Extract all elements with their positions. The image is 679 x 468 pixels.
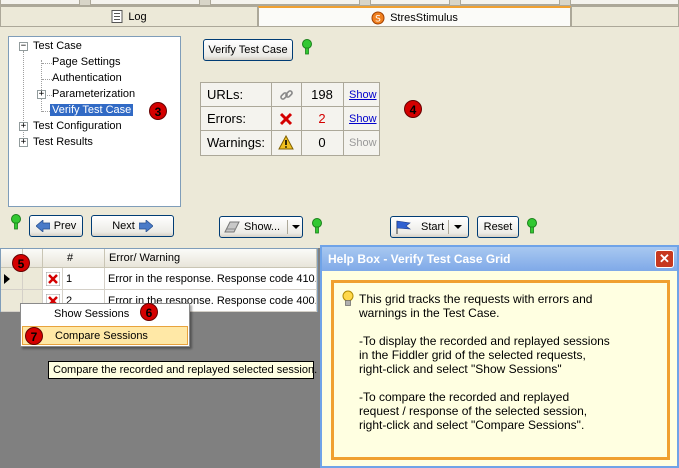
prev-button-label: Prev [53,220,77,232]
start-button-label: Start [421,221,445,233]
expand-toggle[interactable]: + [19,138,28,147]
help-text-line: -To display the recorded and replayed se… [359,334,610,348]
grid-cell-message[interactable]: Error in the response. Response code 410… [105,268,317,290]
tab-empty-area [571,6,679,26]
help-box-window: Help Box - Verify Test Case Grid ✕ This … [320,245,679,468]
stresstimulus-logo-icon: S [371,11,385,24]
errors-label: Errors: [207,111,246,126]
chain-link-icon [280,90,293,100]
tree-node-test-results[interactable]: Test Results [33,135,93,150]
help-box-content: This grid tracks the requests with error… [331,280,670,460]
expand-toggle[interactable]: + [37,90,46,99]
reset-button[interactable]: Reset [477,216,519,238]
stats-row-errors: Errors: 2 Show [201,107,379,131]
tab-stub[interactable] [210,0,360,5]
errors-count: 2 [318,111,326,126]
verification-stats-table: URLs: 198 Show Errors: 2 Show Warnings: … [200,82,380,156]
errors-show-link[interactable]: Show [349,107,377,131]
menu-item-show-sessions[interactable]: Show Sessions [22,305,188,324]
show-sessions-icon [224,221,240,233]
tree-node-authentication[interactable]: Authentication [52,71,122,86]
next-button[interactable]: Next [91,215,174,237]
urls-label: URLs: [207,87,244,102]
log-document-icon [111,10,123,23]
tab-stub[interactable] [370,0,450,5]
tab-stresstimulus[interactable]: S StresStimulus [258,6,571,27]
callout-badge-7: 7 [25,327,43,345]
callout-badge-5: 5 [12,254,30,272]
help-text-line: right-click and select "Compare Sessions… [359,418,585,432]
help-text-line: in the Fiddler grid of the selected requ… [359,348,586,362]
close-icon[interactable]: ✕ [655,250,674,268]
dropdown-separator [448,220,449,234]
arrow-right-icon [138,220,153,232]
stats-row-urls: URLs: 198 Show [201,83,379,107]
verify-test-case-button[interactable]: Verify Test Case [203,39,293,61]
current-row-arrow-icon [4,274,10,284]
chevron-down-icon [292,225,300,229]
tab-stub[interactable] [90,0,200,5]
chevron-down-icon [454,225,462,229]
help-box-title: Help Box - Verify Test Case Grid [322,247,677,271]
grid-context-menu[interactable]: Show Sessions Compare Sessions [20,303,190,347]
callout-badge-6: 6 [140,303,158,321]
help-text-line: request / response of the selected sessi… [359,404,588,418]
green-bulb-icon [527,218,537,234]
urls-show-link[interactable]: Show [349,83,377,107]
callout-badge-4: 4 [404,100,422,118]
prev-button[interactable]: Prev [29,215,83,237]
tree-node-verify-test-case[interactable]: Verify Test Case [50,103,134,118]
tab-stub[interactable] [460,0,560,5]
tree-guide-line [41,60,42,112]
help-text-line: This grid tracks the requests with error… [359,292,593,306]
warnings-show-link-disabled: Show [349,137,377,149]
tab-stub[interactable] [570,0,679,5]
tab-log-label: Log [128,10,147,23]
tab-stresstimulus-label: StresStimulus [390,11,458,24]
test-case-tree[interactable]: − Test Case Page Settings Authentication… [8,36,181,207]
grid-cell-num[interactable]: 1 [63,268,105,290]
error-x-icon [45,271,61,287]
help-text-line: warnings in the Test Case. [359,306,500,320]
urls-count: 198 [311,87,333,102]
stats-row-warnings: Warnings: 0 Show [201,131,379,155]
green-bulb-icon [11,214,21,230]
tree-node-test-configuration[interactable]: Test Configuration [33,119,122,134]
arrow-left-icon [35,220,50,232]
collapse-toggle[interactable]: − [19,42,28,51]
warnings-label: Warnings: [207,135,266,150]
tab-stub[interactable] [0,0,80,5]
tab-divider [0,26,679,27]
tree-node-parameterization[interactable]: Parameterization [52,87,135,102]
callout-badge-3: 3 [149,102,167,120]
tab-log[interactable]: Log [0,6,258,26]
tree-node-test-case[interactable]: Test Case [33,39,82,54]
lightbulb-icon [342,290,354,306]
grid-header-num[interactable]: # [63,249,105,268]
menu-item-compare-sessions[interactable]: Compare Sessions [22,326,188,345]
grid-header-error-warning[interactable]: Error/ Warning [105,249,317,268]
next-button-label: Next [112,220,135,232]
show-button-label: Show... [244,221,281,233]
svg-text:S: S [375,14,381,24]
red-x-icon [279,112,293,126]
start-flag-icon [396,220,411,234]
dropdown-separator [287,220,288,234]
table-row[interactable] [43,268,63,290]
tree-guide-line [42,63,52,64]
compare-sessions-tooltip: Compare the recorded and replayed select… [48,361,317,379]
tree-node-page-settings[interactable]: Page Settings [52,55,121,70]
green-bulb-icon [312,218,322,234]
show-dropdown-button[interactable]: Show... [219,216,303,238]
tree-guide-line [42,79,52,80]
green-bulb-icon [302,39,312,55]
warnings-count: 0 [318,135,326,150]
start-dropdown-button[interactable]: Start [390,216,469,238]
help-text-line: -To compare the recorded and replayed [359,390,570,404]
help-text-line: right-click and select "Show Sessions" [359,362,562,376]
expand-toggle[interactable]: + [19,122,28,131]
tree-node-verify-test-case-label: Verify Test Case [50,104,134,116]
table-row[interactable] [23,268,43,290]
warning-triangle-icon [278,135,294,150]
